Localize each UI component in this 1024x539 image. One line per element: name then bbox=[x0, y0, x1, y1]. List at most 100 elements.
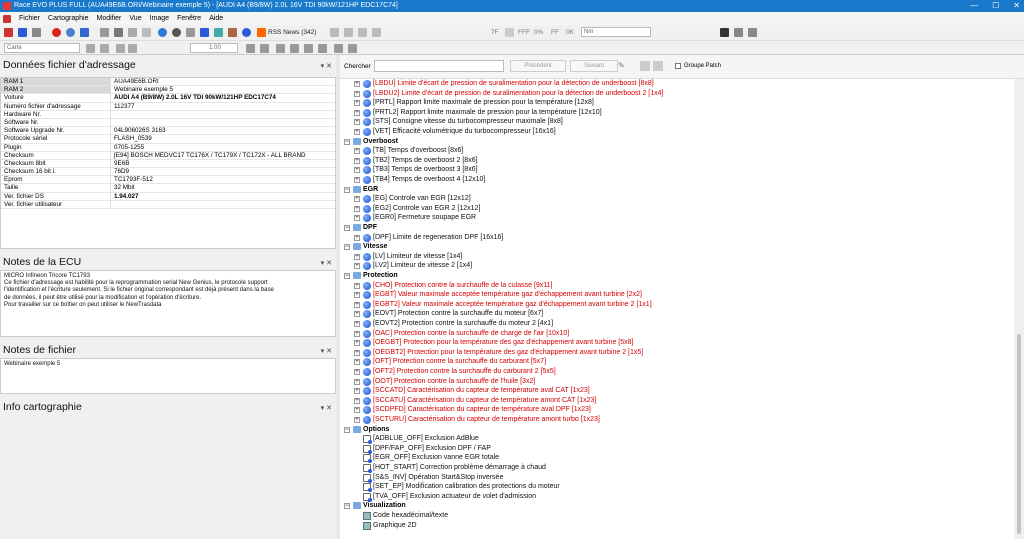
expander-icon[interactable]: + bbox=[354, 349, 360, 356]
expander-icon[interactable]: + bbox=[354, 90, 360, 97]
address-row[interactable]: Checksum [E94] BOSCH MEDVC17 TC176X / TC1… bbox=[1, 151, 335, 160]
connect-icon[interactable] bbox=[80, 28, 89, 37]
expander-icon[interactable]: + bbox=[354, 340, 360, 347]
address-row[interactable]: RAM 1 AUA49E6B.ORI bbox=[1, 78, 335, 87]
stop-icon[interactable] bbox=[52, 28, 61, 37]
map-icon[interactable] bbox=[86, 44, 95, 53]
lock-icon[interactable] bbox=[228, 28, 237, 37]
address-row[interactable]: Ver. fichier utilisateur bbox=[1, 200, 335, 209]
align-icon[interactable] bbox=[505, 28, 514, 37]
tree-category[interactable]: − DPF bbox=[344, 223, 377, 233]
print-icon[interactable] bbox=[32, 28, 41, 37]
tree-item[interactable]: + [PRTL2] Rapport limite maximale de pres… bbox=[354, 108, 602, 118]
filter-icon[interactable] bbox=[653, 61, 663, 71]
expander-icon[interactable]: − bbox=[344, 244, 350, 251]
tree-item[interactable]: + [OFT2] Protection contre la surchauffe … bbox=[354, 367, 556, 377]
menu-item-fichier[interactable]: Fichier bbox=[19, 15, 40, 22]
minus-icon[interactable] bbox=[290, 44, 299, 53]
tree-category[interactable]: − EGR bbox=[344, 185, 378, 195]
open-icon[interactable] bbox=[4, 28, 13, 37]
rss-icon[interactable] bbox=[257, 28, 266, 37]
sync-icon[interactable] bbox=[214, 28, 223, 37]
tree-item[interactable]: [SET_EP] Modification calibration des pr… bbox=[363, 482, 560, 493]
expander-icon[interactable]: + bbox=[354, 205, 360, 212]
undo-icon[interactable] bbox=[334, 44, 343, 53]
expander-icon[interactable]: + bbox=[354, 129, 360, 135]
expander-icon[interactable]: − bbox=[344, 273, 350, 279]
address-row[interactable]: Software Nr. bbox=[1, 118, 335, 128]
expander-icon[interactable]: + bbox=[354, 81, 360, 87]
normalize-icon[interactable] bbox=[304, 44, 313, 53]
tree-item[interactable]: + [STS] Consigne vitesse du turbocompress… bbox=[354, 117, 563, 127]
report-icon[interactable] bbox=[748, 28, 757, 37]
expander-icon[interactable]: + bbox=[354, 292, 360, 299]
tree-item[interactable]: + [OEGBT2] Protection pour la température… bbox=[354, 348, 643, 358]
address-row[interactable]: Numéro fichier d'adressage 112377 bbox=[1, 102, 335, 111]
expander-icon[interactable]: − bbox=[344, 426, 350, 433]
address-row[interactable]: Plugin 0705-1255 bbox=[1, 143, 335, 152]
tree-item[interactable]: + [OFT] Protection contre la surchauffe d… bbox=[354, 357, 546, 367]
settings-icon[interactable] bbox=[172, 28, 181, 37]
expander-icon[interactable]: + bbox=[354, 253, 360, 260]
doc-icon[interactable] bbox=[358, 28, 367, 37]
redo-icon[interactable] bbox=[348, 44, 357, 53]
mode-select[interactable]: Carte bbox=[4, 43, 80, 53]
page-icon[interactable] bbox=[372, 28, 381, 37]
tree-item[interactable]: + [EOVT2] Protection contre la surchauffe… bbox=[354, 319, 553, 329]
address-row[interactable]: Ver. fichier DS 1.94.027 bbox=[1, 192, 335, 201]
menu-item-image[interactable]: Image bbox=[150, 15, 169, 22]
address-row[interactable]: Taille 32 Mbit bbox=[1, 184, 335, 193]
pin-close-icon[interactable]: ▾ ✕ bbox=[321, 59, 332, 75]
expander-icon[interactable]: + bbox=[354, 196, 360, 203]
expander-icon[interactable]: − bbox=[344, 138, 350, 145]
expander-icon[interactable]: − bbox=[344, 186, 350, 193]
tree-item[interactable]: + [EGBT] Valeur maximale acceptée tempéra… bbox=[354, 290, 642, 300]
read-icon[interactable] bbox=[100, 28, 109, 37]
tools-icon[interactable] bbox=[186, 28, 195, 37]
write-icon[interactable] bbox=[114, 28, 123, 37]
tree-item[interactable]: + [OEGBT] Protection pour la température … bbox=[354, 338, 633, 348]
expander-icon[interactable]: + bbox=[354, 397, 360, 404]
menu-item-vue[interactable]: Vue bbox=[129, 15, 141, 22]
export-icon[interactable] bbox=[330, 28, 339, 37]
compare-icon[interactable] bbox=[128, 28, 137, 37]
expander-icon[interactable]: + bbox=[354, 407, 360, 414]
grid-icon[interactable] bbox=[116, 44, 125, 53]
tree-item[interactable]: + [LV2] Limiteur de vitesse 2 [1x4] bbox=[354, 261, 472, 271]
expander-icon[interactable]: + bbox=[354, 378, 360, 385]
tree-item[interactable]: + [TB] Temps d'overboost [8x6] bbox=[354, 146, 463, 156]
ff-label[interactable]: 7F bbox=[491, 29, 499, 36]
expander-icon[interactable]: + bbox=[354, 330, 360, 337]
tree-item[interactable]: + [LV] Limiteur de vitesse [1x4] bbox=[354, 252, 462, 262]
tree-category[interactable]: − Overboost bbox=[344, 137, 398, 147]
tree-item[interactable]: + [EOVT] Protection contre la surchauffe … bbox=[354, 309, 543, 319]
zoom-input[interactable]: 1.00 bbox=[190, 43, 238, 53]
expander-icon[interactable]: + bbox=[354, 167, 360, 174]
expander-icon[interactable]: + bbox=[354, 359, 360, 366]
tree-item[interactable]: + [VET] Efficacité volumétrique du turboc… bbox=[354, 127, 556, 137]
clipboard-icon[interactable] bbox=[734, 28, 743, 37]
address-row[interactable]: Hardware Nr. bbox=[1, 110, 335, 119]
ok-label[interactable]: 0K bbox=[566, 29, 574, 36]
expander-icon[interactable]: − bbox=[344, 503, 350, 510]
unit-select[interactable]: Nm bbox=[581, 27, 651, 37]
group-patch-checkbox[interactable] bbox=[675, 63, 681, 69]
fff-label[interactable]: FFF bbox=[518, 29, 530, 36]
tree-item[interactable]: + [OAC] Protection contre la surchauffe d… bbox=[354, 329, 569, 339]
save-icon[interactable] bbox=[18, 28, 27, 37]
address-row[interactable]: Software Upgrade Nr. 04L906026S 3163 bbox=[1, 127, 335, 136]
import-icon[interactable] bbox=[344, 28, 353, 37]
tree-category[interactable]: − Options bbox=[344, 425, 389, 435]
expander-icon[interactable]: + bbox=[354, 388, 360, 395]
tree-item[interactable]: Code hexadécimal/texte bbox=[363, 511, 448, 521]
disk-icon[interactable] bbox=[720, 28, 729, 37]
table-icon[interactable] bbox=[100, 44, 109, 53]
address-row[interactable]: Checksum 8bit 9E6B bbox=[1, 159, 335, 169]
web-icon[interactable] bbox=[158, 28, 167, 37]
copy-icon[interactable] bbox=[142, 28, 151, 37]
expander-icon[interactable]: + bbox=[354, 311, 360, 318]
tree-category[interactable]: − Vitesse bbox=[344, 242, 387, 252]
menu-item-fenetre[interactable]: Fenêtre bbox=[177, 15, 201, 22]
tree-item[interactable]: + [TB4] Temps de overboost 4 [12x10] bbox=[354, 175, 485, 185]
file-notes-text[interactable]: Webinaire exemple 5 bbox=[0, 358, 336, 394]
